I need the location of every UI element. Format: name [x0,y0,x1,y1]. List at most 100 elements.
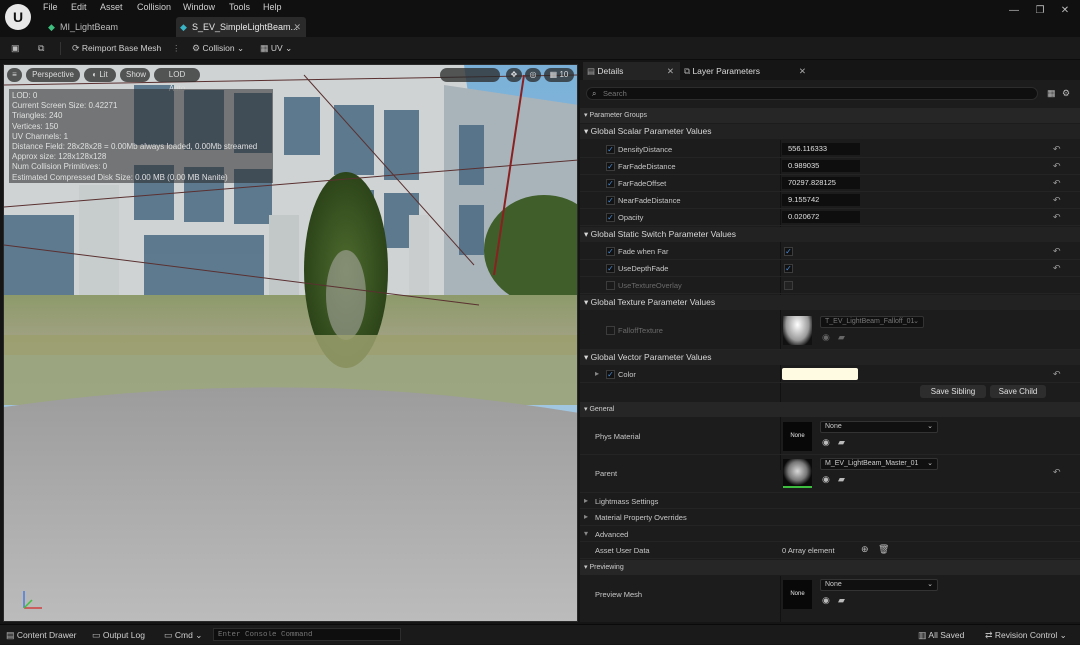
switch-group-header[interactable]: ▾ Global Static Switch Parameter Values [580,227,1080,242]
reimport-button[interactable]: ⟳ Reimport Base Mesh [72,37,161,60]
maximize-icon[interactable]: ❐ [1030,4,1050,18]
scalar-value-field[interactable]: 70297.828125 [782,177,860,189]
overrides-row[interactable]: ▸ Material Property Overrides [580,509,1080,526]
chevron-right-icon[interactable]: ▸ [595,369,599,378]
uv-dropdown[interactable]: ▦ UV ⌄ [260,37,292,60]
mesh-viewport[interactable]: ≡ Perspective ◐ Lit Show LOD Auto ✥ ◎ ▦ … [3,64,578,622]
vector-override-checkbox[interactable]: ✓ [606,370,615,379]
search-bar[interactable]: ⌕ [586,87,1038,100]
menu-help[interactable]: Help [263,2,282,12]
phys-material-dropdown[interactable]: None ⌄ [820,421,938,433]
scalar-override-checkbox[interactable]: ✓ [606,196,615,205]
switch-override-checkbox[interactable]: ✓ [606,264,615,273]
use-selected-icon[interactable]: ◉ [822,595,830,606]
close-tab-icon[interactable]: ✕ [799,62,806,80]
menu-collision[interactable]: Collision [137,2,171,12]
grid-snap-button[interactable]: ▦ 10 [544,68,574,82]
tab-static-mesh[interactable]: ◆ S_EV_SimpleLightBeam... ✕ [176,17,306,37]
switch-override-checkbox[interactable]: ✓ [606,247,615,256]
general-section-header[interactable]: ▾ General [580,402,1080,417]
minimize-icon[interactable]: — [1004,4,1024,18]
search-input[interactable] [603,88,1023,99]
vector-group-header[interactable]: ▾ Global Vector Parameter Values [580,350,1080,365]
collision-dropdown[interactable]: ⚙ Collision ⌄ [192,37,244,60]
reset-icon[interactable]: ↶ [1053,195,1061,206]
reset-icon[interactable]: ↶ [1053,212,1061,223]
viewport-speed-field[interactable] [440,68,500,82]
switch-value-checkbox[interactable]: ✓ [784,247,793,256]
parameter-groups-header[interactable]: ▾ Parameter Groups [580,108,1080,123]
close-tab-icon[interactable]: ✕ [667,62,674,80]
parent-material-dropdown[interactable]: M_EV_LightBeam_Master_01 ⌄ [820,458,938,470]
reset-icon[interactable]: ↶ [1053,263,1061,274]
switch-override-checkbox[interactable] [606,281,615,290]
perspective-button[interactable]: Perspective [26,68,80,82]
phys-material-thumbnail[interactable]: None [783,422,812,451]
reset-icon[interactable]: ↶ [1053,161,1061,172]
reset-icon[interactable]: ↶ [1053,178,1061,189]
save-sibling-button[interactable]: Save Sibling [920,385,986,398]
menu-file[interactable]: File [43,2,58,12]
reset-icon[interactable]: ↶ [1053,467,1061,478]
all-saved-button[interactable]: ▥ All Saved [918,625,964,645]
output-log-button[interactable]: ▭ Output Log [92,625,145,645]
use-selected-icon[interactable]: ◉ [822,474,830,485]
close-window-icon[interactable]: ✕ [1055,4,1075,18]
lit-button[interactable]: ◐ Lit [84,68,116,82]
cmd-dropdown[interactable]: ▭ Cmd ⌄ [164,625,202,645]
scalar-value-field[interactable]: 556.116333 [782,143,860,155]
scalar-override-checkbox[interactable]: ✓ [606,162,615,171]
menu-tools[interactable]: Tools [229,2,250,12]
lightmass-settings-row[interactable]: ▸ Lightmass Settings [580,493,1080,509]
scalar-override-checkbox[interactable]: ✓ [606,213,615,222]
menu-window[interactable]: Window [183,2,215,12]
menu-edit[interactable]: Edit [71,2,87,12]
texture-asset-dropdown[interactable]: T_EV_LightBeam_Falloff_01 ⌄ [820,316,924,328]
reset-icon[interactable]: ↶ [1053,369,1061,380]
menu-asset[interactable]: Asset [100,2,123,12]
delete-icon[interactable]: 🗑 [878,544,889,555]
parent-material-thumbnail[interactable] [783,459,812,488]
texture-group-header[interactable]: ▾ Global Texture Parameter Values [580,295,1080,310]
scalar-value-field[interactable]: 0.989035 [782,160,860,172]
tab-mi-lightbeam[interactable]: ◆ MI_LightBeam [44,17,169,37]
texture-override-checkbox[interactable] [606,326,615,335]
scalar-value-field[interactable]: 0.020672 [782,211,860,223]
reset-icon[interactable]: ↶ [1053,144,1061,155]
console-input[interactable] [213,628,401,641]
settings-gear-icon[interactable]: ⚙ [1062,88,1070,99]
show-button[interactable]: Show [120,68,150,82]
tab-layer-parameters[interactable]: ⧉ Layer Parameters ✕ [684,62,806,80]
toolbar-more-icon[interactable]: ⋮ [172,37,181,60]
browse-folder-icon[interactable]: ▰ [838,474,845,485]
scalar-override-checkbox[interactable]: ✓ [606,179,615,188]
browse-folder-icon[interactable]: ▰ [838,332,845,343]
switch-value-checkbox[interactable]: ✓ [784,264,793,273]
preview-mesh-thumbnail[interactable]: None [783,580,812,609]
viewport-menu-icon[interactable]: ≡ [7,68,22,82]
advanced-row[interactable]: ▾ Advanced [580,526,1080,542]
scalar-value-field[interactable]: 9.155742 [782,194,860,206]
use-selected-icon[interactable]: ◉ [822,332,830,343]
browse-icon[interactable]: ⧉ [38,37,44,60]
switch-value-checkbox[interactable] [784,281,793,290]
browse-folder-icon[interactable]: ▰ [838,595,845,606]
preview-mesh-dropdown[interactable]: None ⌄ [820,579,938,591]
use-selected-icon[interactable]: ◉ [822,437,830,448]
add-element-icon[interactable]: ⊕ [861,544,869,555]
transform-icon[interactable]: ✥ [506,68,522,82]
scalar-group-header[interactable]: ▾ Global Scalar Parameter Values [580,124,1080,139]
revision-control-button[interactable]: ⇄ Revision Control ⌄ [985,625,1067,645]
lod-auto-button[interactable]: LOD Auto [154,68,200,93]
browse-folder-icon[interactable]: ▰ [838,437,845,448]
texture-thumbnail[interactable] [783,316,812,345]
reset-icon[interactable]: ↶ [1053,246,1061,257]
save-child-button[interactable]: Save Child [990,385,1046,398]
close-tab-icon[interactable]: ✕ [293,17,301,37]
scalar-override-checkbox[interactable]: ✓ [606,145,615,154]
view-options-icon[interactable]: ▦ [1047,88,1056,99]
previewing-section-header[interactable]: ▾ Previewing [580,560,1080,575]
save-icon[interactable]: ▣ [11,37,20,60]
color-swatch[interactable] [782,368,858,380]
content-drawer-button[interactable]: ▤ Content Drawer [6,625,76,645]
